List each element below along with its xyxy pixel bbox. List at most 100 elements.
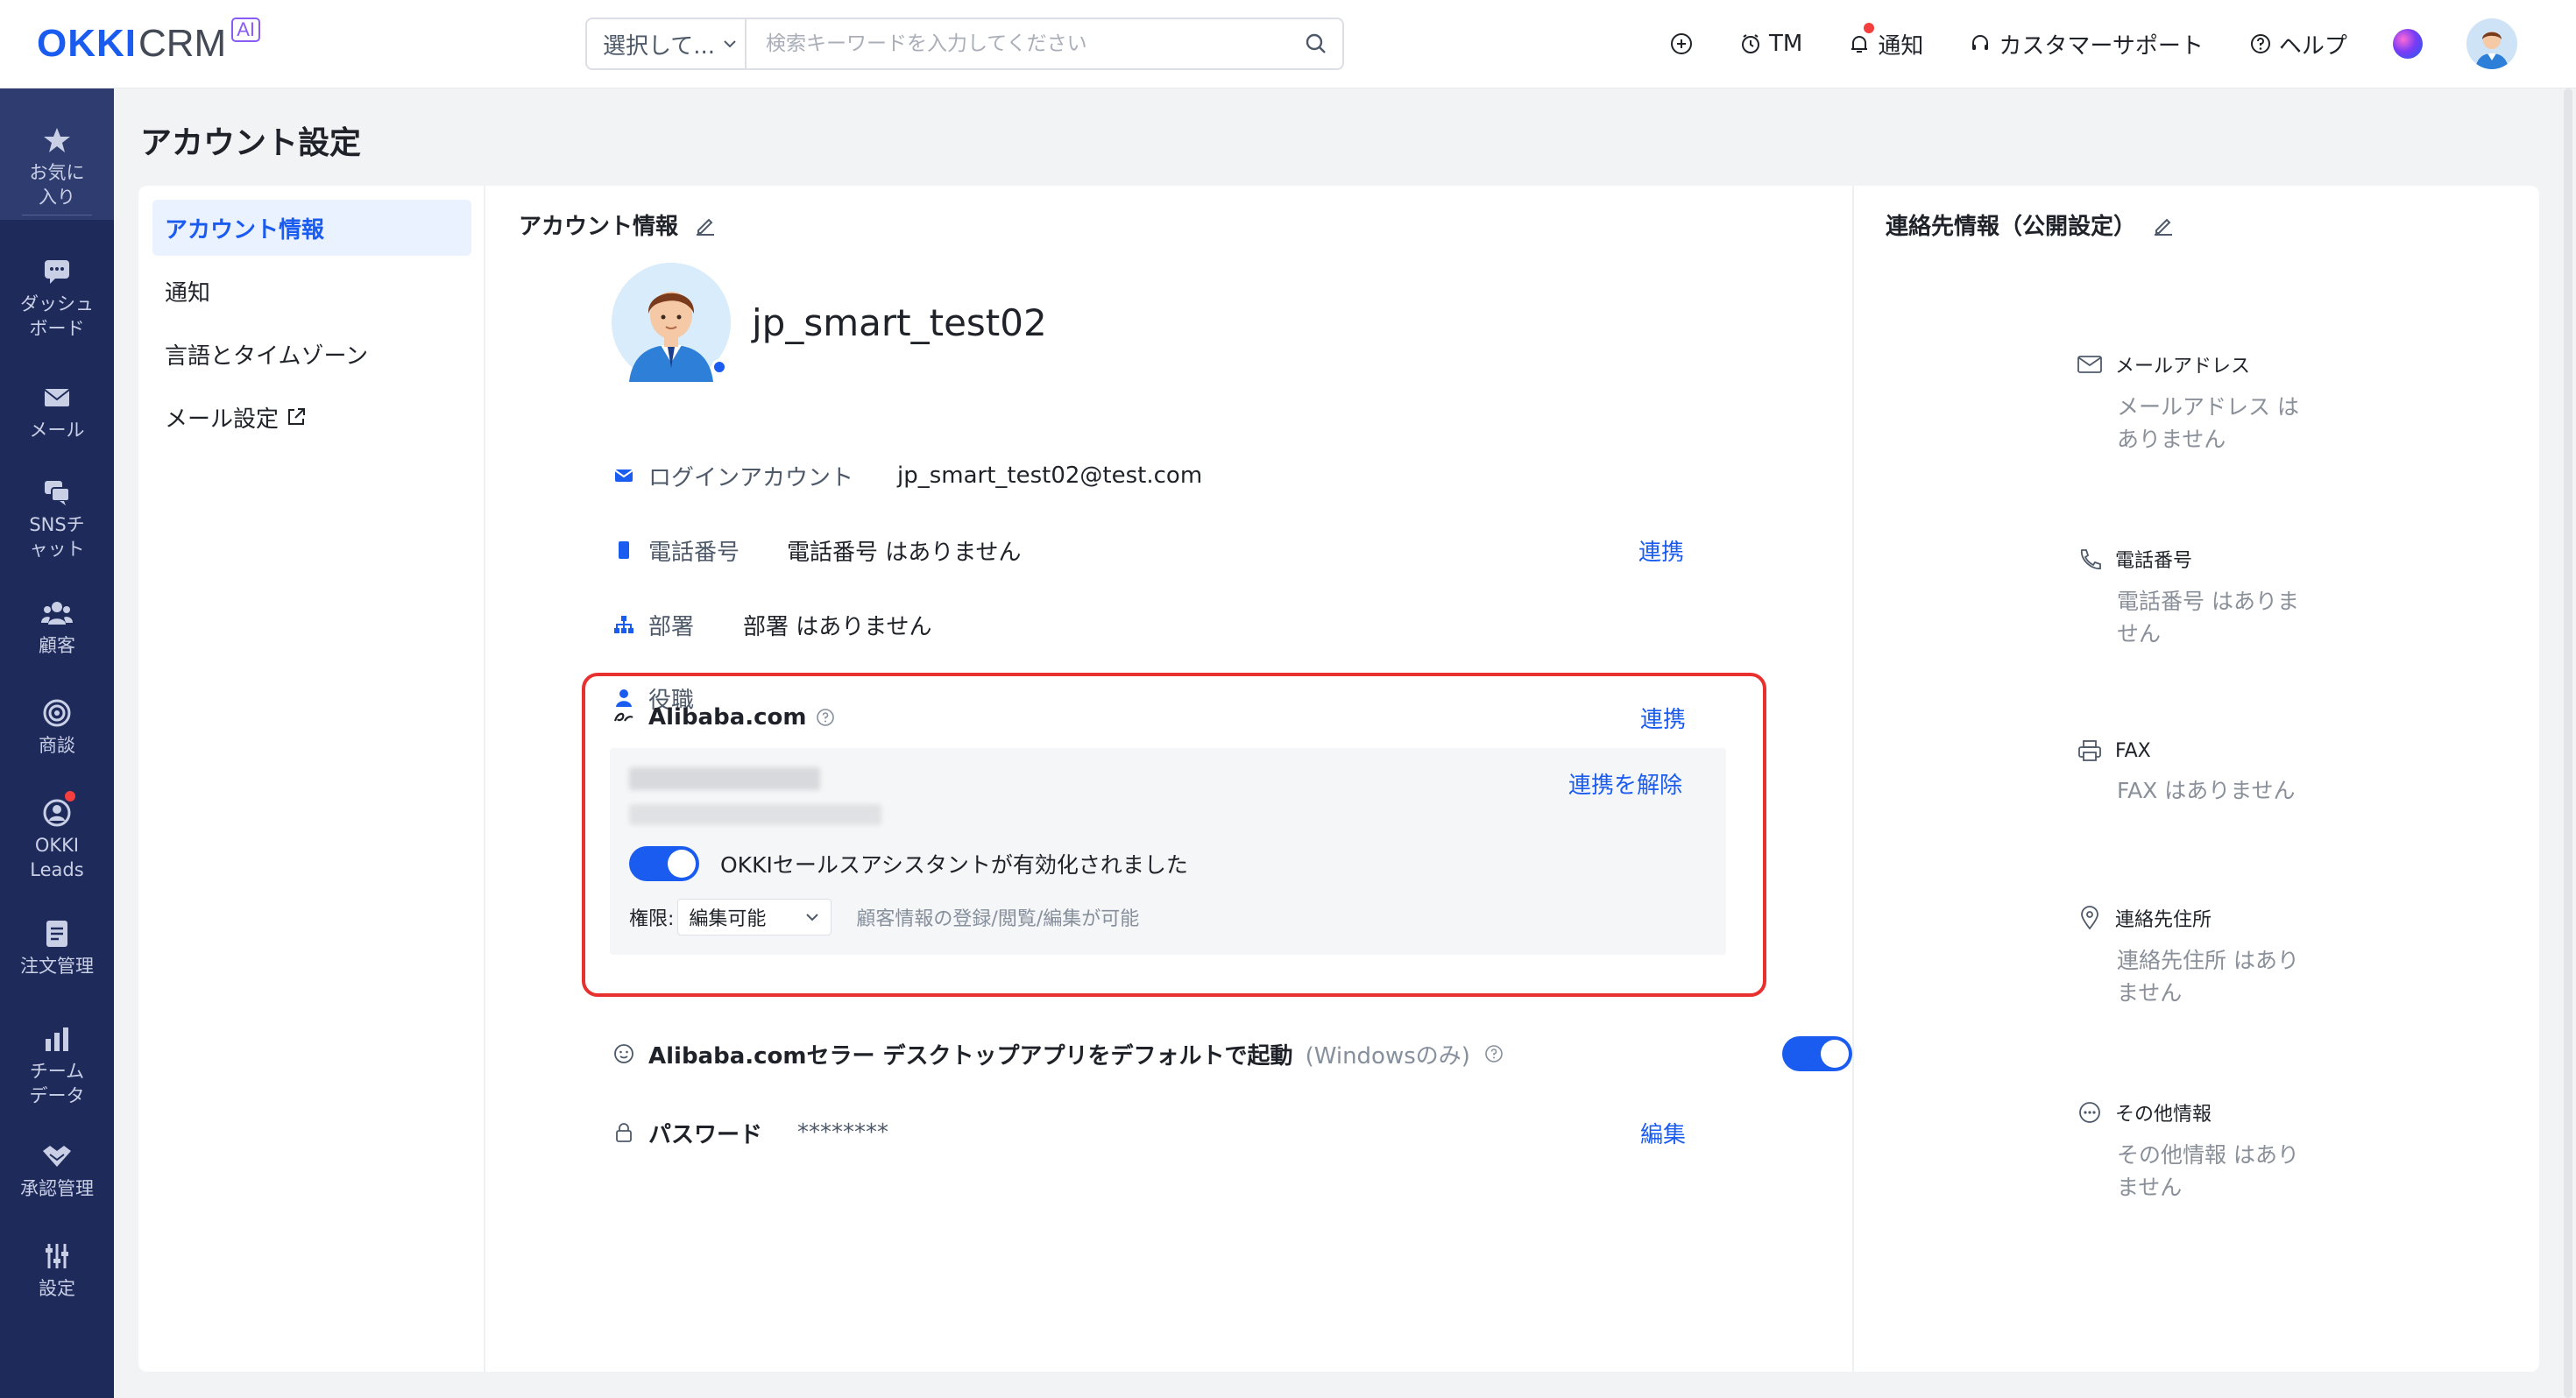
desktop-app-label: Alibaba.comセラー デスクトップアプリをデフォルトで起動 [648,1042,1293,1070]
sidebar-item-orders[interactable]: 注文管理 [0,917,114,978]
notify-label: 通知 [1878,32,1924,60]
okki-crm-logo[interactable]: OKKI CRM AI [37,18,260,68]
contact-phone-label: 電話番号 [2115,550,2193,572]
notification-badge [1864,22,1875,33]
tm-label: TM [1769,31,1803,57]
phone-row: 電話番号 電話番号 はありません 連携 [612,528,1821,572]
search-input[interactable] [747,19,1290,68]
nav-label: メール設定 [165,406,280,433]
page-scrollbar[interactable] [2564,88,2572,1398]
ai-orb-icon[interactable] [2392,29,2423,59]
sidebar-item-label: メール [29,420,85,441]
mail-icon [612,468,636,484]
sidebar-item-deals[interactable]: 商談 [0,696,114,758]
alibaba-account-panel: 連携を解除 OKKIセールスアシスタントが有効化されました 権限: 編集可能 顧… [610,748,1726,955]
sidebar-item-mail[interactable]: メール [0,381,114,442]
logo-crm-text: CRM [138,22,227,65]
sidebar-item-label: 商談 [39,735,75,756]
contact-email: メールアドレス メールアドレス はありません [2077,350,2339,455]
department-label: 部署 [648,613,695,640]
customer-support-button[interactable]: カスタマーサポート [1969,28,2204,60]
nav-mail-settings[interactable]: メール設定 [152,389,471,445]
printer-icon [2078,740,2101,761]
sidebar-item-label: 設定 [39,1278,75,1299]
contact-phone: 電話番号 電話番号 はありません [2077,545,2339,650]
support-label: カスタマーサポート [1999,32,2204,60]
tm-button[interactable]: TM [1739,31,1802,57]
edit-pencil-icon[interactable] [2152,214,2175,237]
contact-email-label: メールアドレス [2115,356,2251,378]
login-label: ログインアカウント [648,464,854,491]
sidebar-item-settings[interactable]: 設定 [0,1239,114,1301]
star-icon [40,124,74,157]
question-circle-icon[interactable] [1484,1044,1504,1063]
nav-label: アカウント情報 [165,216,325,244]
sns-chat-icon [40,476,74,509]
sales-assistant-toggle[interactable] [629,846,699,881]
desktop-app-row: Alibaba.comセラー デスクトップアプリをデフォルトで起動 (Windo… [612,1032,1852,1076]
blurred-account-id [629,804,881,825]
contact-fax-value: FAX はありません [2117,778,2296,803]
desktop-app-toggle[interactable] [1782,1036,1852,1071]
permission-select[interactable]: 編集可能 [677,899,832,936]
settings-card: アカウント情報 通知 言語とタイムゾーン メール設定 アカウント情報 jp_sm… [138,186,2539,1372]
external-link-icon [288,408,306,425]
logo-ai-badge: AI [231,18,260,42]
lock-icon [612,1122,636,1143]
main-sidebar: お気に入り ダッシュボード メール SNSチャット 顧客 商談 OKKI Lea… [0,88,114,1398]
alibaba-logo-icon [612,710,636,724]
contact-phone-value: 電話番号 はありません [2117,589,2299,646]
logo-okki-text: OKKI [37,22,137,65]
phone-label: 電話番号 [648,539,740,566]
contact-address-value: 連絡先住所 はありません [2117,948,2299,1006]
help-button[interactable]: ヘルプ [2249,28,2347,60]
desktop-app-note: (Windowsのみ) [1305,1042,1470,1070]
nav-lang-timezone[interactable]: 言語とタイムゾーン [152,326,471,382]
profile-avatar[interactable] [612,263,731,382]
sidebar-item-team-data[interactable]: チームデータ [0,1022,114,1108]
sidebar-item-favorites[interactable]: お気に入り [0,88,114,220]
bar-chart-icon [40,1022,74,1056]
header-actions: TM 通知 カスタマーサポート ヘルプ [1669,18,2517,70]
user-avatar[interactable] [2466,18,2517,69]
mobile-phone-icon [612,540,636,560]
sidebar-item-label: OKKI Leads [30,835,84,880]
phone-value: 電話番号 はありません [787,539,1022,566]
sidebar-item-dashboard[interactable]: ダッシュボード [0,255,114,341]
sidebar-item-sns-chat[interactable]: SNSチャット [0,476,114,561]
search-scope-label: 選択して... [603,32,716,60]
alibaba-unlink-button[interactable]: 連携を解除 [1568,767,1682,800]
online-status-dot [711,359,727,375]
sidebar-item-customers[interactable]: 顧客 [0,597,114,658]
envelope-outline-icon [2077,356,2102,373]
nav-label: 言語とタイムゾーン [165,342,369,370]
contact-fax: FAX FAX はありません [2077,739,2339,807]
password-label: パスワード [648,1121,763,1148]
edit-pencil-icon[interactable] [694,214,717,237]
org-chart-icon [612,615,636,634]
search-icon [1306,33,1326,53]
profile-username: jp_smart_test02 [752,300,1047,344]
nav-account-info[interactable]: アカウント情報 [152,200,471,256]
sidebar-item-approvals[interactable]: 承認管理 [0,1140,114,1201]
alibaba-link-button[interactable]: 連携 [1640,702,1686,734]
sidebar-item-okki-leads[interactable]: OKKI Leads [0,791,114,882]
handshake-icon [40,1140,74,1173]
question-circle-icon[interactable] [816,708,835,727]
notification-button[interactable]: 通知 [1848,22,1924,60]
nav-notify[interactable]: 通知 [152,263,471,319]
assistant-toggle-row: OKKIセールスアシスタントが有効化されました [629,846,1188,881]
location-pin-icon [2081,906,2098,930]
sidebar-item-label: 注文管理 [20,956,94,977]
search-scope-select[interactable]: 選択して... [587,19,747,68]
help-label: ヘルプ [2278,32,2347,60]
plus-circle-icon [1671,33,1692,54]
sidebar-item-label: 承認管理 [20,1178,94,1199]
leads-badge [65,791,75,801]
chat-bubble-icon [40,255,74,288]
alibaba-row: Alibaba.com 連携 [612,695,1821,739]
phone-link-button[interactable]: 連携 [1638,534,1684,567]
search-button[interactable] [1290,19,1342,68]
password-edit-button[interactable]: 編集 [1640,1117,1686,1149]
add-button[interactable] [1669,32,1694,56]
